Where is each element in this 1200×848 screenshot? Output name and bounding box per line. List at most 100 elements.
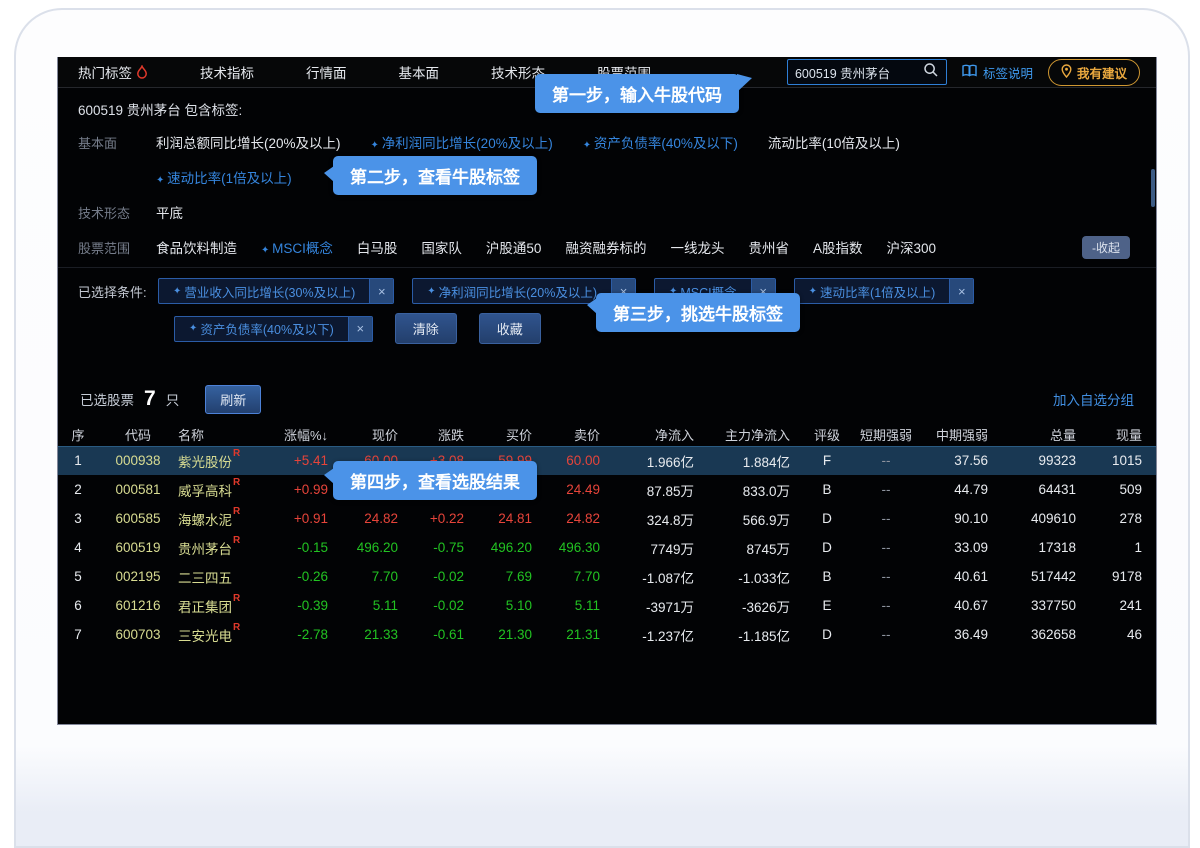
table-row[interactable]: 4 600519 贵州茅台R -0.15 496.20 -0.75 496.20… [58, 533, 1156, 562]
stock-tag[interactable]: 净利润同比增长(20%及以上) [371, 132, 553, 152]
column-header[interactable]: 买价 [476, 425, 544, 444]
cell-mid-strength: 37.56 [920, 453, 1000, 468]
nav-tab[interactable]: 热门标签 [78, 62, 148, 82]
scrollbar-thumb[interactable] [1151, 169, 1155, 207]
column-header[interactable]: 卖价 [544, 425, 612, 444]
stock-tag[interactable]: 沪深300 [886, 237, 936, 257]
cell-change-pct: -0.26 [274, 569, 340, 584]
add-to-group-link[interactable]: 加入自选分组 [1053, 389, 1134, 409]
nav-tab[interactable]: 技术指标 [200, 62, 254, 82]
cell-mid-strength: 90.10 [920, 511, 1000, 526]
suggest-button[interactable]: 我有建议 [1048, 59, 1140, 86]
nav-tab[interactable]: 基本面 [399, 62, 440, 82]
search-input[interactable]: 600519 贵州茅台 [795, 63, 890, 82]
remove-chip-button[interactable]: × [949, 279, 973, 303]
cell-volume: 517442 [1000, 569, 1088, 584]
cell-index: 7 [58, 627, 98, 642]
stock-tag[interactable]: 融资融券标的 [565, 237, 646, 257]
column-header[interactable]: 短期强弱 [852, 425, 920, 444]
stock-tag[interactable]: 利润总额同比增长(20%及以上) [156, 132, 341, 152]
step3-tooltip: 第三步，挑选牛股标签 [596, 293, 800, 332]
column-header[interactable]: 现价 [340, 425, 410, 444]
tag-list: 利润总额同比增长(20%及以上) 净利润同比增长(20%及以上) 资产负债率(4… [156, 132, 900, 152]
refresh-button[interactable]: 刷新 [205, 385, 261, 414]
cell-main-inflow: 833.0万 [706, 480, 802, 500]
flame-icon [136, 65, 148, 80]
cell-index: 3 [58, 511, 98, 526]
cell-change-pct: +0.99 [274, 482, 340, 497]
column-header[interactable]: 中期强弱 [920, 425, 1000, 444]
clear-button[interactable]: 清除 [395, 313, 457, 344]
stock-tag[interactable]: 流动比率(10倍及以上) [768, 132, 900, 152]
stock-tag[interactable]: 国家队 [421, 237, 462, 257]
column-header[interactable]: 代码 [98, 425, 178, 444]
cell-ask: 24.82 [544, 511, 612, 526]
cell-code: 002195 [98, 569, 178, 584]
tag-row-scope: 股票范围 食品饮料制造 MSCI概念 白马股 国家队 沪股通50 融资融券标的 [78, 237, 1156, 257]
stock-tag[interactable]: 资产负债率(40%及以下) [583, 132, 738, 152]
stock-tag[interactable]: 沪股通50 [486, 237, 542, 257]
r-flag: R [233, 593, 240, 604]
cell-main-inflow: -1.033亿 [706, 567, 802, 587]
tag-help-button[interactable]: 标签说明 [962, 63, 1033, 82]
search-icon[interactable] [923, 62, 939, 83]
cell-code: 000938 [98, 453, 178, 468]
table-row[interactable]: 1 000938 紫光股份R +5.41 60.00 +3.08 59.99 6… [58, 446, 1156, 475]
column-header[interactable]: 主力净流入 [706, 425, 802, 444]
table-row[interactable]: 6 601216 君正集团R -0.39 5.11 -0.02 5.10 5.1… [58, 591, 1156, 620]
cell-code: 000581 [98, 482, 178, 497]
tag-list: 食品饮料制造 MSCI概念 白马股 国家队 沪股通50 融资融券标的 一线龙头 [156, 237, 936, 257]
column-header[interactable]: 现量 [1088, 425, 1158, 444]
stock-tag[interactable]: 贵州省 [748, 237, 789, 257]
remove-chip-button[interactable]: × [348, 317, 372, 341]
stock-tag[interactable]: MSCI概念 [261, 237, 333, 257]
column-header[interactable]: 涨幅%↓ [274, 425, 340, 444]
cell-ask: 496.30 [544, 540, 612, 555]
cell-short-strength: -- [852, 627, 920, 642]
cell-ask: 60.00 [544, 453, 612, 468]
step1-tooltip: 第一步，输入牛股代码 [535, 74, 739, 113]
column-header[interactable]: 序 [58, 425, 98, 444]
cell-rating: B [802, 569, 852, 584]
column-header[interactable]: 涨跌 [410, 425, 476, 444]
column-header[interactable]: 净流入 [612, 425, 706, 444]
cell-short-strength: -- [852, 453, 920, 468]
column-header[interactable]: 总量 [1000, 425, 1088, 444]
stock-tag[interactable]: A股指数 [813, 237, 863, 257]
table-row[interactable]: 7 600703 三安光电R -2.78 21.33 -0.61 21.30 2… [58, 620, 1156, 649]
collapse-button[interactable]: -收起 [1082, 236, 1130, 259]
column-header[interactable]: 评级 [802, 425, 852, 444]
remove-chip-button[interactable]: × [369, 279, 393, 303]
table-row[interactable]: 5 002195 二三四五R -0.26 7.70 -0.02 7.69 7.7… [58, 562, 1156, 591]
table-row[interactable]: 3 600585 海螺水泥R +0.91 24.82 +0.22 24.81 2… [58, 504, 1156, 533]
filter-chip-label: 速动比率(1倍及以上) [795, 279, 950, 303]
cell-code: 601216 [98, 598, 178, 613]
book-icon [962, 64, 977, 80]
suggest-label: 我有建议 [1077, 63, 1127, 82]
cell-volume: 337750 [1000, 598, 1088, 613]
cell-change-pct: +0.91 [274, 511, 340, 526]
stock-tag[interactable]: 一线龙头 [670, 237, 724, 257]
nav-tab[interactable]: 行情面 [306, 62, 347, 82]
stock-tag[interactable]: 平底 [156, 202, 183, 222]
column-header[interactable]: 名称 [178, 425, 274, 444]
cell-current-volume: 46 [1088, 627, 1158, 642]
cell-volume: 64431 [1000, 482, 1088, 497]
stock-tag[interactable]: 食品饮料制造 [156, 237, 237, 257]
search-box[interactable]: 600519 贵州茅台 [787, 59, 947, 85]
cell-bid: 7.69 [476, 569, 544, 584]
cell-change: -0.02 [410, 598, 476, 613]
cell-index: 6 [58, 598, 98, 613]
cell-rating: D [802, 540, 852, 555]
cell-change: +0.22 [410, 511, 476, 526]
cell-main-inflow: 1.884亿 [706, 451, 802, 471]
r-flag: R [233, 477, 240, 488]
stock-tag[interactable]: 速动比率(1倍及以上) [156, 167, 292, 187]
cell-name: 贵州茅台R [178, 538, 274, 558]
stock-tag[interactable]: 白马股 [357, 237, 398, 257]
cell-mid-strength: 36.49 [920, 627, 1000, 642]
favorite-button[interactable]: 收藏 [479, 313, 541, 344]
table-row[interactable]: 2 000581 威孚高科R +0.99 24.49 +0.24 24.48 2… [58, 475, 1156, 504]
cell-price: 24.82 [340, 511, 410, 526]
cell-current-volume: 278 [1088, 511, 1158, 526]
